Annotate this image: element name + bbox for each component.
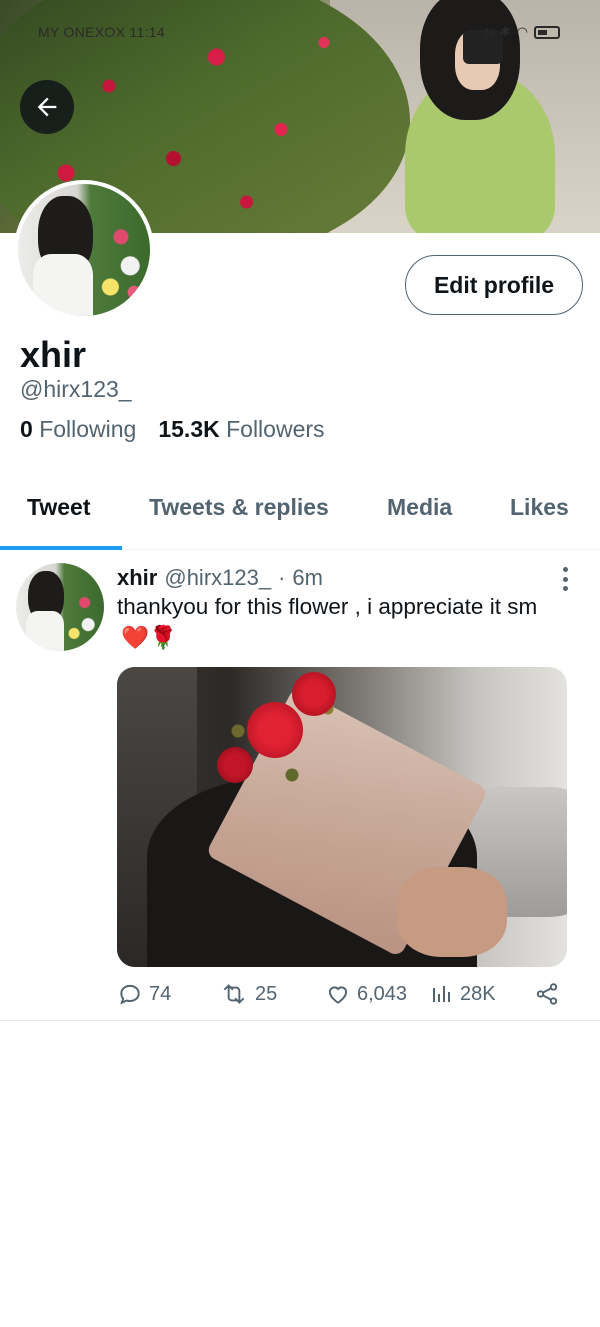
tweet-author-name[interactable]: xhir <box>117 565 157 591</box>
heart-icon <box>328 986 348 1004</box>
like-button[interactable]: 6,043 <box>325 981 407 1007</box>
battery-icon <box>534 25 560 39</box>
tab-media[interactable]: Media <box>387 494 452 521</box>
nfc-icon: N <box>484 24 494 40</box>
tweet-media-image[interactable] <box>117 667 567 967</box>
tweet-item[interactable]: xhir @hirx123_ · 6m thankyou for this fl… <box>0 551 600 1021</box>
tab-tweets-replies[interactable]: Tweets & replies <box>149 494 329 521</box>
followers-link[interactable]: 15.3K Followers <box>158 416 324 443</box>
tweet-actions: 74 25 6,043 28K <box>117 981 567 1011</box>
carrier-time: MY ONEXOX 11:14 <box>38 24 165 40</box>
tweet-emojis: ❤️🌹 <box>121 625 178 650</box>
back-button[interactable] <box>20 80 74 134</box>
followers-count: 15.3K <box>158 416 220 442</box>
tweet-text: thankyou for this flower , i appreciate … <box>117 593 577 652</box>
followers-label: Followers <box>226 416 325 442</box>
status-bar: MY ONEXOX 11:14 N ✱ ◠ <box>0 22 600 46</box>
profile-avatar[interactable] <box>14 180 154 320</box>
retweet-icon <box>223 984 245 1004</box>
media-rose <box>217 747 253 783</box>
tweet-header: xhir @hirx123_ · 6m <box>117 565 323 591</box>
profile-tabs: Tweet Tweets & replies Media Likes <box>0 480 600 550</box>
follow-stats: 0 Following 15.3K Followers <box>20 416 325 443</box>
retweet-button[interactable]: 25 <box>219 981 277 1007</box>
reply-count: 74 <box>149 982 172 1005</box>
display-name: xhir <box>20 334 87 375</box>
more-dot <box>562 576 568 582</box>
retweet-count: 25 <box>255 982 278 1005</box>
more-dot <box>562 586 568 591</box>
status-icons: N ✱ ◠ <box>484 24 560 40</box>
tweet-separator: · <box>278 565 286 590</box>
active-tab-indicator <box>0 546 122 550</box>
tweet-avatar-body <box>26 611 64 651</box>
reply-icon <box>120 984 140 1005</box>
views-count: 28K <box>460 982 496 1005</box>
analytics-icon <box>433 986 450 1002</box>
edit-profile-button[interactable]: Edit profile <box>405 255 583 315</box>
tweet-author-handle: @hirx123_ <box>164 565 272 590</box>
like-count: 6,043 <box>357 982 408 1005</box>
more-dot <box>562 567 568 572</box>
more-options-button[interactable] <box>553 565 577 593</box>
bluetooth-icon: ✱ <box>499 24 511 39</box>
reply-button[interactable]: 74 <box>117 981 171 1007</box>
avatar-body <box>33 254 93 316</box>
following-label: Following <box>39 416 137 442</box>
media-rose <box>292 672 336 716</box>
arrow-left-icon <box>37 97 57 117</box>
tweet-avatar[interactable] <box>16 563 104 651</box>
following-count: 0 <box>20 416 33 442</box>
wifi-icon: ◠ <box>516 24 528 39</box>
following-link[interactable]: 0 Following <box>20 416 136 443</box>
profile-handle: @hirx123_ <box>20 376 132 402</box>
views-button[interactable]: 28K <box>430 981 496 1007</box>
share-icon <box>536 983 558 1005</box>
tweet-body: thankyou for this flower , i appreciate … <box>117 594 538 619</box>
share-button[interactable] <box>534 981 560 1007</box>
tab-likes[interactable]: Likes <box>510 494 569 521</box>
tweet-time: 6m <box>292 565 323 590</box>
media-hand <box>397 867 507 957</box>
media-rose <box>247 702 303 758</box>
tab-tweet[interactable]: Tweet <box>27 494 90 521</box>
